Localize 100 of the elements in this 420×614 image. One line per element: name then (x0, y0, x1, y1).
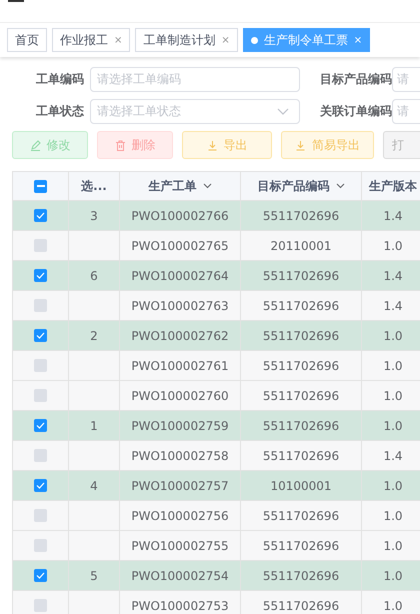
row-checkbox[interactable] (34, 539, 47, 552)
row-checkbox[interactable] (34, 479, 47, 492)
table-cell: PWO100002766 (131, 208, 229, 222)
table-cell: 1 (90, 418, 98, 432)
table-cell: 1.4 (383, 448, 403, 462)
table-cell: 20110001 (270, 238, 332, 252)
table-cell: PWO100002753 (131, 598, 229, 612)
table-cell: 5511702696 (262, 448, 340, 462)
table-cell: 4 (90, 478, 98, 492)
field-label: 关联订单编码 (318, 103, 392, 120)
field-label: 目标产品编码 (319, 71, 392, 88)
row-checkbox[interactable] (34, 449, 47, 462)
row-checkbox[interactable] (34, 359, 47, 372)
row-checkbox[interactable] (34, 329, 47, 342)
tab[interactable]: 首页 (7, 28, 47, 52)
row-checkbox[interactable] (34, 509, 47, 522)
table-cell: 5511702696 (262, 598, 340, 612)
table-cell: 1.0 (383, 238, 403, 252)
active-dot-icon (250, 36, 258, 44)
table-cell: 1.0 (383, 538, 403, 552)
chevron-down-icon (202, 183, 212, 189)
table-row[interactable]: PWO100002765 20110001 1.0 (13, 231, 420, 261)
tab[interactable]: 作业报工 × (52, 28, 130, 52)
field-label: 工单编码 (35, 71, 85, 88)
table-cell: PWO100002758 (131, 448, 229, 462)
table-row[interactable]: PWO100002756 5511702696 1.0 (13, 501, 420, 531)
table-row[interactable]: PWO100002763 5511702696 1.4 (13, 291, 420, 321)
table-cell: 5511702696 (262, 388, 340, 402)
table-cell: 5511702696 (262, 208, 340, 222)
trash-icon (114, 140, 126, 150)
table-cell: PWO100002761 (131, 358, 229, 372)
table-cell: 1.0 (383, 418, 403, 432)
row-checkbox[interactable] (34, 209, 47, 222)
tab[interactable]: 工单制造计划 × (135, 28, 238, 52)
check-icon (36, 212, 45, 219)
check-icon (36, 482, 45, 489)
table-row[interactable]: PWO100002753 5511702696 1.0 (13, 591, 420, 614)
check-icon (36, 422, 45, 429)
table-row[interactable]: 4 PWO100002757 10100001 1.0 (13, 471, 420, 501)
row-checkbox[interactable] (34, 389, 47, 402)
row-checkbox[interactable] (34, 419, 47, 432)
column-header[interactable]: 生产版本 (362, 172, 420, 200)
close-icon[interactable]: × (354, 34, 362, 46)
table-row[interactable]: 5 PWO100002754 5511702696 1.0 (13, 561, 420, 591)
table-cell: 5511702696 (262, 538, 340, 552)
table-row[interactable]: 1 PWO100002759 5511702696 1.0 (13, 411, 420, 441)
close-icon[interactable]: × (114, 34, 122, 46)
table-row[interactable]: 2 PWO100002762 5511702696 1.0 (13, 321, 420, 351)
tab[interactable]: 生产制令单工票 × (242, 28, 370, 52)
table-cell: 10100001 (270, 478, 332, 492)
table-cell: 5511702696 (262, 268, 340, 282)
table-cell: 2 (90, 328, 98, 342)
chevron-down-icon (277, 108, 289, 115)
download-icon (295, 140, 306, 150)
row-checkbox[interactable] (34, 569, 47, 582)
table-cell: 3 (90, 208, 98, 222)
table-cell: 5 (90, 568, 98, 582)
table-cell: PWO100002765 (131, 238, 229, 252)
column-header[interactable]: 生产工单 (120, 172, 241, 200)
table-cell: 1.4 (383, 268, 403, 282)
table-row[interactable]: PWO100002755 5511702696 1.0 (13, 531, 420, 561)
table-cell: 1.0 (383, 388, 403, 402)
table-row[interactable]: PWO100002761 5511702696 1.0 (13, 351, 420, 381)
table-cell: 5511702696 (262, 418, 340, 432)
row-checkbox[interactable] (34, 239, 47, 252)
table-row[interactable]: PWO100002758 5511702696 1.4 (13, 441, 420, 471)
row-checkbox[interactable] (34, 269, 47, 282)
table-cell: 1.0 (383, 568, 403, 582)
table-cell: 1.0 (383, 478, 403, 492)
table-cell: PWO100002763 (131, 298, 229, 312)
table-cell: 1.0 (383, 598, 403, 612)
table-cell: 1.0 (383, 328, 403, 342)
check-icon (36, 572, 45, 579)
table-cell: 1.0 (383, 358, 403, 372)
table-cell: PWO100002762 (131, 328, 229, 342)
minus-icon (36, 185, 44, 187)
column-header[interactable]: 选... (69, 172, 120, 200)
table-cell: 1.4 (383, 208, 403, 222)
table-row[interactable]: 6 PWO100002764 5511702696 1.4 (13, 261, 420, 291)
table-cell: PWO100002755 (131, 538, 229, 552)
table-cell: 1.4 (383, 298, 403, 312)
table-cell: 5511702696 (262, 298, 340, 312)
select-all-checkbox[interactable] (34, 180, 47, 192)
table-cell: 5511702696 (262, 328, 340, 342)
check-icon (36, 272, 45, 279)
close-icon[interactable]: × (221, 34, 230, 46)
table-row[interactable]: 3 PWO100002766 5511702696 1.4 (13, 201, 420, 231)
table-cell: PWO100002759 (131, 418, 229, 432)
table-cell: 5511702696 (262, 508, 340, 522)
table-row[interactable]: PWO100002760 5511702696 1.0 (13, 381, 420, 411)
table-cell: 1.0 (383, 508, 403, 522)
download-icon (206, 140, 218, 150)
table-cell: 6 (90, 268, 98, 282)
column-header[interactable]: 目标产品编码 (241, 172, 362, 200)
table-cell: PWO100002756 (131, 508, 229, 522)
table-cell: PWO100002760 (131, 388, 229, 402)
row-checkbox[interactable] (34, 299, 47, 312)
pencil-icon (30, 140, 40, 150)
field-label: 工单状态 (35, 103, 85, 120)
row-checkbox[interactable] (34, 599, 47, 612)
